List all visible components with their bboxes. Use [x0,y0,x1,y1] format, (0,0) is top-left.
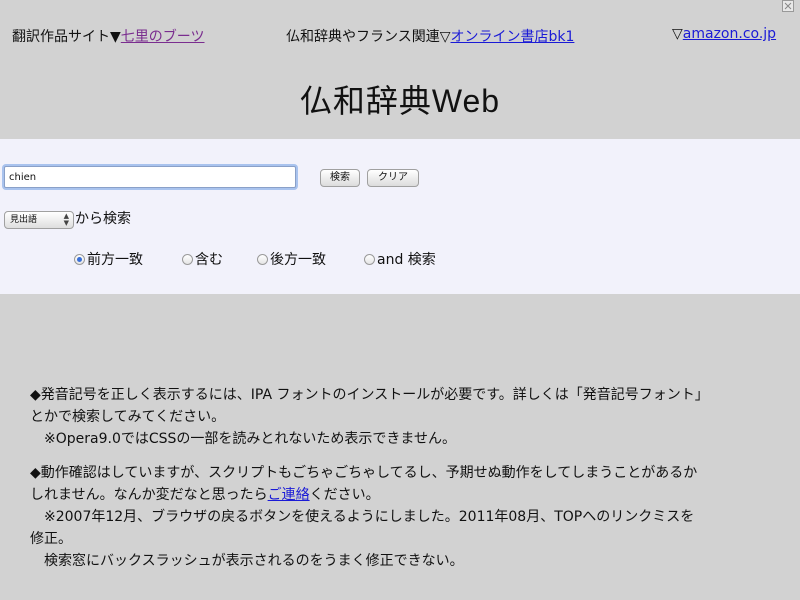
radio-prefix-match[interactable]: 前方一致 [74,249,143,269]
field-select-value: 見出語 [10,215,38,225]
note-operation: ◆動作確認はしていますが、スクリプトもごちゃごちゃしてるし、予期せぬ動作をしてし… [30,465,698,481]
nav-link-bk1[interactable]: オンライン書店bk1 [451,29,575,45]
nav-group-dictionary: 仏和辞典やフランス関連▽オンライン書店bk1 [286,26,574,46]
nav-group-translation: 翻訳作品サイト▼七里のブーツ [12,26,205,46]
note-backslash: 検索窓にバックスラッシュが表示されるのをうまく修正できない。 [44,553,464,569]
note-ipa-font-cont: とかで検索してみてください。 [30,409,226,425]
nav-link-amazon[interactable]: amazon.co.jp [683,26,776,42]
note-ipa-font: ◆発音記号を正しく表示するには、IPA フォントのインストールが必要です。詳しく… [30,387,709,403]
search-from-label: から検索 [75,211,131,227]
note-update-fix: 修正。 [30,531,72,547]
close-icon[interactable] [782,0,794,12]
note-opera: ※Opera9.0ではCSSの一部を読みとれないため表示できません。 [44,431,456,447]
radio-unchecked-icon[interactable] [257,254,268,265]
radio-contains[interactable]: 含む [182,249,223,269]
radio-label-and: and 検索 [377,252,436,268]
select-arrows-icon: ▲ ▼ [63,212,69,227]
clear-button[interactable]: クリア [367,169,419,187]
note-contact-pre: しれません。なんか変だなと思ったら [30,487,268,503]
nav-prefix-translation: 翻訳作品サイト▼ [12,29,121,45]
radio-label-suffix: 後方一致 [270,252,326,268]
search-button[interactable]: 検索 [320,169,360,187]
radio-checked-icon[interactable] [74,254,85,265]
nav-prefix-amazon: ▽ [672,26,683,42]
radio-label-contains: 含む [195,252,223,268]
nav-link-shichiri-boots[interactable]: 七里のブーツ [121,29,205,45]
notes-section: ◆発音記号を正しく表示するには、IPA フォントのインストールが必要です。詳しく… [30,384,800,572]
page-title: 仏和辞典Web [299,83,501,119]
radio-and-search[interactable]: and 検索 [364,249,436,269]
note-contact: しれません。なんか変だなと思ったらご連絡ください。 [30,484,800,506]
contact-link[interactable]: ご連絡 [268,487,310,503]
search-input[interactable] [4,166,296,188]
nav-group-amazon: ▽amazon.co.jp [672,26,776,42]
radio-unchecked-icon[interactable] [364,254,375,265]
search-panel: 検索 クリア 見出語 ▲▼ から検索 前方一致 含む 後方一致 and 検索 [0,139,800,294]
nav-prefix-dictionary: 仏和辞典やフランス関連▽ [286,29,451,45]
field-select[interactable]: 見出語 ▲ ▼ [4,211,74,229]
note-contact-post: ください。 [309,487,380,503]
radio-label-prefix: 前方一致 [87,252,143,268]
top-navigation: 翻訳作品サイト▼七里のブーツ 仏和辞典やフランス関連▽オンライン書店bk1 ▽a… [12,26,792,46]
radio-unchecked-icon[interactable] [182,254,193,265]
note-update-2007: ※2007年12月、ブラウザの戻るボタンを使えるようにしました。2011年08月… [44,509,695,525]
radio-suffix-match[interactable]: 後方一致 [257,249,326,269]
